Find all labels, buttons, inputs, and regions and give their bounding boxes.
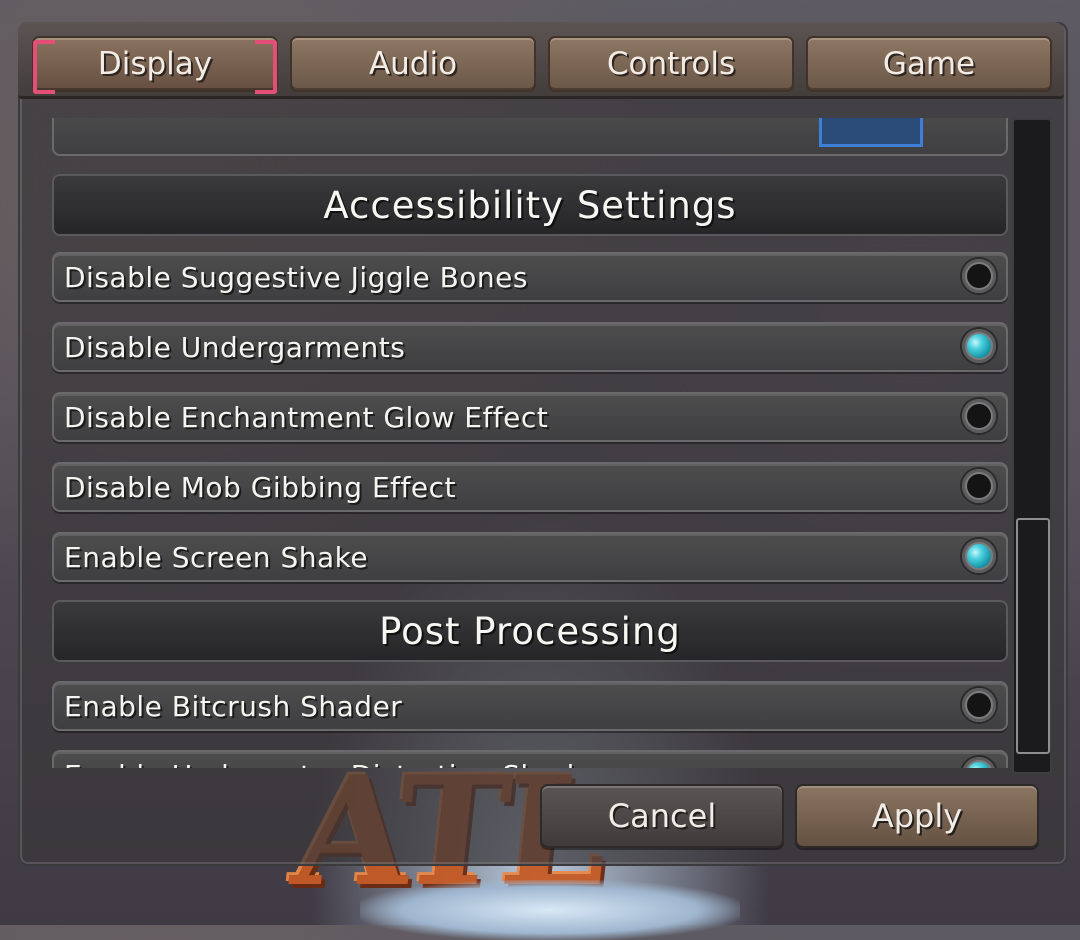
toggle-on-indicator-icon xyxy=(967,334,991,358)
toggle-enable-screen-shake[interactable] xyxy=(962,539,996,573)
tab-label: Audio xyxy=(368,46,458,82)
setting-row-disable-jiggle-bones: Disable Suggestive Jiggle Bones xyxy=(52,252,1008,302)
apply-button-label: Apply xyxy=(871,797,963,835)
toggle-on-indicator-icon xyxy=(967,544,991,568)
setting-label: Disable Undergarments xyxy=(64,330,406,364)
setting-row-disable-enchantment-glow: Disable Enchantment Glow Effect xyxy=(52,392,1008,442)
tab-label: Controls xyxy=(606,46,736,82)
tab-label: Display xyxy=(97,46,213,82)
section-title: Post Processing xyxy=(379,609,681,653)
color-swatch-button[interactable] xyxy=(819,118,923,147)
toggle-enable-bitcrush-shader[interactable] xyxy=(962,688,996,722)
toggle-enable-underwater-distortion[interactable] xyxy=(962,757,996,768)
setting-row-enable-bitcrush-shader: Enable Bitcrush Shader xyxy=(52,681,1008,731)
scrollbar-thumb[interactable] xyxy=(1016,518,1050,754)
setting-row-enable-screen-shake: Enable Screen Shake xyxy=(52,532,1008,582)
toggle-off-indicator-icon xyxy=(967,404,991,428)
tab-audio[interactable]: Audio xyxy=(290,36,536,92)
setting-label: Enable Bitcrush Shader xyxy=(64,689,403,723)
apply-button[interactable]: Apply xyxy=(795,784,1039,848)
cancel-button-label: Cancel xyxy=(607,797,717,835)
setting-row-disable-undergarments: Disable Undergarments xyxy=(52,322,1008,372)
cancel-button[interactable]: Cancel xyxy=(540,784,784,848)
setting-row-disable-mob-gibbing: Disable Mob Gibbing Effect xyxy=(52,462,1008,512)
setting-label: Enable Underwater Distortion Shader xyxy=(64,759,604,769)
active-tab-right-bracket-icon xyxy=(255,40,277,94)
partial-setting-row xyxy=(52,118,1008,156)
active-tab-left-bracket-icon xyxy=(33,40,55,94)
section-header-accessibility: Accessibility Settings xyxy=(52,174,1008,236)
tab-label: Game xyxy=(882,46,976,82)
setting-label: Disable Suggestive Jiggle Bones xyxy=(64,260,528,294)
setting-row-enable-underwater-distortion: Enable Underwater Distortion Shader xyxy=(52,750,1008,768)
tab-controls[interactable]: Controls xyxy=(548,36,794,92)
background-cloud xyxy=(360,880,740,940)
setting-label: Disable Enchantment Glow Effect xyxy=(64,400,549,434)
tab-game[interactable]: Game xyxy=(806,36,1052,92)
toggle-off-indicator-icon xyxy=(967,474,991,498)
settings-scroll-content[interactable]: Accessibility Settings Disable Suggestiv… xyxy=(36,118,1011,768)
toggle-disable-jiggle-bones[interactable] xyxy=(962,259,996,293)
settings-scrollbar[interactable] xyxy=(1012,118,1052,774)
toggle-off-indicator-icon xyxy=(967,693,991,717)
toggle-disable-mob-gibbing[interactable] xyxy=(962,469,996,503)
setting-label: Enable Screen Shake xyxy=(64,540,369,574)
toggle-off-indicator-icon xyxy=(967,264,991,288)
section-header-post-processing: Post Processing xyxy=(52,600,1008,662)
section-title: Accessibility Settings xyxy=(323,183,737,227)
toggle-disable-undergarments[interactable] xyxy=(962,329,996,363)
settings-tab-bar: Display Audio Controls Game xyxy=(18,22,1064,99)
toggle-disable-enchantment-glow[interactable] xyxy=(962,399,996,433)
setting-label: Disable Mob Gibbing Effect xyxy=(64,470,456,504)
tab-display[interactable]: Display xyxy=(32,36,278,94)
toggle-on-indicator-icon xyxy=(967,762,991,768)
